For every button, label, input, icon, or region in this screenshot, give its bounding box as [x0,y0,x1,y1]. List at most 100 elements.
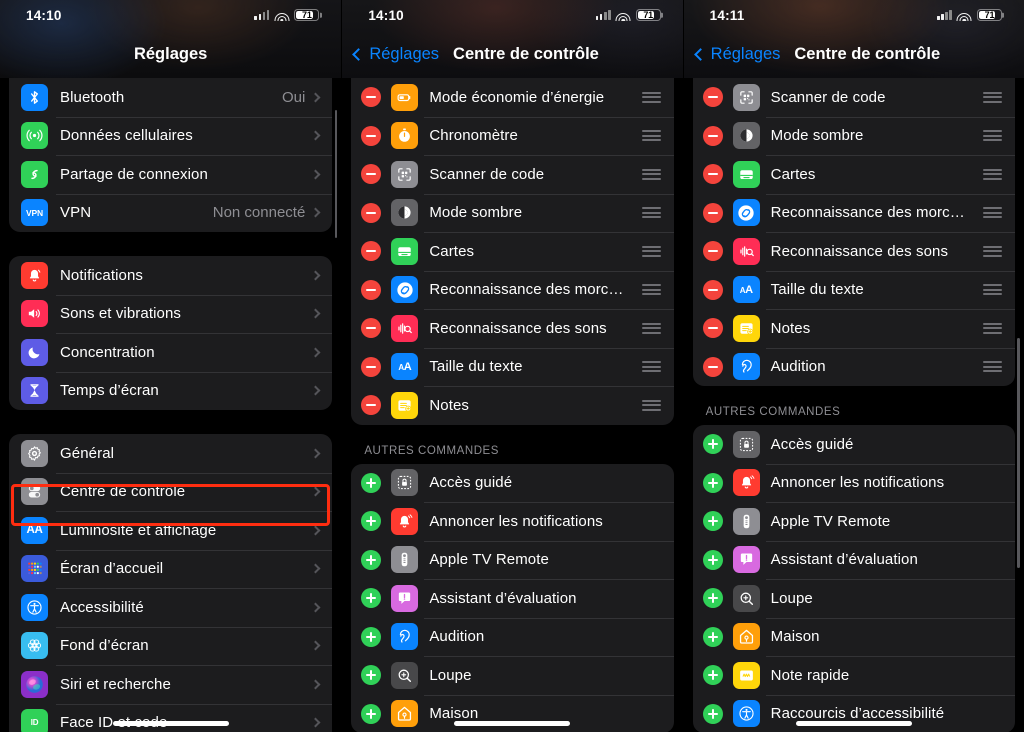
control-center-scroll-area[interactable]: Scanner de code Mode sombre Cartes Reconnai… [684,0,1024,732]
settings-row-notifications[interactable]: Notifications [9,256,332,295]
remove-control-button[interactable] [702,241,723,262]
control-row-loupe[interactable]: Loupe [351,656,674,695]
scroll-indicator[interactable] [334,110,338,238]
control-row-maison[interactable]: Maison [351,694,674,732]
reorder-handle-icon[interactable] [641,91,661,103]
control-center-scroll-area[interactable]: Mode économie d’énergie Chronomètre Scanne… [342,0,682,732]
reorder-handle-icon[interactable] [982,245,1002,257]
reorder-handle-icon[interactable] [982,361,1002,373]
settings-row-centre-de-contr-le[interactable]: Centre de contrôle [9,472,333,512]
settings-row-g-n-ral[interactable]: Général [9,434,332,473]
remove-control-button[interactable] [702,125,723,146]
reorder-handle-icon[interactable] [641,322,661,334]
add-control-button[interactable] [702,665,723,686]
remove-control-button[interactable] [361,87,382,108]
control-row-reconnaissance-des-morc[interactable]: Reconnaissance des morc… [351,270,674,310]
reorder-handle-icon[interactable] [641,284,661,296]
settings-row-fond-d-cran[interactable]: Fond d’écran [9,626,333,666]
back-button[interactable]: Réglages [352,45,439,64]
control-row-taille-du-texte[interactable]: AA Taille du texte [351,347,674,387]
remove-control-button[interactable] [361,241,382,262]
reorder-handle-icon[interactable] [641,130,661,142]
add-control-button[interactable] [361,511,382,532]
settings-row-partage-de-connexion[interactable]: Partage de connexion [9,155,333,194]
settings-row-face-id-et-code[interactable]: IDFace ID et code [9,703,333,732]
control-row-maison[interactable]: Maison [693,617,1015,657]
control-row-reconnaissance-des-sons[interactable]: Reconnaissance des sons [693,232,1015,271]
add-control-button[interactable] [702,434,723,455]
control-row-mode-sombre[interactable]: Mode sombre [693,116,1015,156]
control-row-taille-du-texte[interactable]: AA Taille du texte [693,270,1015,310]
control-row-reconnaissance-des-sons[interactable]: Reconnaissance des sons [351,309,674,348]
settings-row-vpn[interactable]: VPN VPN Non connecté [9,193,333,233]
add-control-button[interactable] [702,626,723,647]
remove-control-button[interactable] [361,164,382,185]
remove-control-button[interactable] [702,164,723,185]
add-control-button[interactable] [361,472,382,493]
add-control-button[interactable] [361,588,382,609]
control-row-annoncer-les-notifications[interactable]: Annoncer les notifications [351,502,674,541]
control-row-chronom-tre[interactable]: Chronomètre [351,116,674,156]
control-row-audition[interactable]: Audition [351,617,674,657]
reorder-handle-icon[interactable] [982,207,1002,219]
remove-control-button[interactable] [361,395,382,416]
remove-control-button[interactable] [361,125,382,146]
settings-row-cran-d-accueil[interactable]: Écran d’accueil [9,549,333,589]
control-row-assistant-d-valuation[interactable]: Assistant d’évaluation [351,579,674,618]
remove-control-button[interactable] [361,318,382,339]
reorder-handle-icon[interactable] [641,399,661,411]
settings-row-sons-et-vibrations[interactable]: Sons et vibrations [9,294,333,334]
control-row-loupe[interactable]: Loupe [693,579,1015,618]
settings-row-bluetooth[interactable]: Bluetooth Oui [9,78,332,117]
control-row-cartes[interactable]: Cartes [351,232,674,271]
add-control-button[interactable] [361,549,382,570]
settings-scroll-area[interactable]: Bluetooth Oui Données cellulaires Partage d… [0,0,341,732]
settings-row-temps-d-cran[interactable]: Temps d’écran [9,371,333,411]
settings-row-concentration[interactable]: Concentration [9,333,333,372]
control-row-annoncer-les-notifications[interactable]: Annoncer les notifications [693,463,1015,503]
remove-control-button[interactable] [702,87,723,108]
control-row-scanner-de-code[interactable]: Scanner de code [351,155,674,194]
control-row-reconnaissance-des-morc[interactable]: Reconnaissance des morc… [693,193,1015,233]
settings-row-donn-es-cellulaires[interactable]: Données cellulaires [9,116,333,156]
control-row-cartes[interactable]: Cartes [693,155,1015,194]
reorder-handle-icon[interactable] [982,130,1002,142]
reorder-handle-icon[interactable] [641,207,661,219]
reorder-handle-icon[interactable] [641,168,661,180]
settings-row-luminosit-et-affichage[interactable]: AA Luminosité et affichage [9,511,333,550]
reorder-handle-icon[interactable] [982,91,1002,103]
back-button[interactable]: Réglages [693,45,780,64]
remove-control-button[interactable] [702,279,723,300]
add-control-button[interactable] [702,588,723,609]
reorder-handle-icon[interactable] [641,245,661,257]
reorder-handle-icon[interactable] [982,284,1002,296]
control-row-mode-sombre[interactable]: Mode sombre [351,193,674,233]
control-row-raccourcis-d-accessibilit[interactable]: Raccourcis d’accessibilité [693,694,1015,732]
remove-control-button[interactable] [361,279,382,300]
remove-control-button[interactable] [702,202,723,223]
add-control-button[interactable] [702,472,723,493]
scroll-indicator[interactable] [1017,338,1020,568]
control-row-notes[interactable]: Notes [351,386,674,425]
reorder-handle-icon[interactable] [982,168,1002,180]
control-row-apple-tv-remote[interactable]: Apple TV Remote [351,540,674,580]
add-control-button[interactable] [702,511,723,532]
control-row-mode-conomie-d-nergie[interactable]: Mode économie d’énergie [351,78,673,117]
add-control-button[interactable] [361,626,382,647]
remove-control-button[interactable] [702,356,723,377]
add-control-button[interactable] [702,703,723,724]
control-row-apple-tv-remote[interactable]: Apple TV Remote [693,502,1015,541]
add-control-button[interactable] [361,665,382,686]
reorder-handle-icon[interactable] [982,322,1002,334]
control-row-note-rapide[interactable]: Note rapide [693,656,1015,695]
remove-control-button[interactable] [702,318,723,339]
control-row-acc-s-guid[interactable]: Accès guidé [351,464,673,503]
control-row-scanner-de-code[interactable]: Scanner de code [693,78,1015,117]
settings-row-siri-et-recherche[interactable]: Siri et recherche [9,665,333,704]
add-control-button[interactable] [702,549,723,570]
remove-control-button[interactable] [361,356,382,377]
control-row-assistant-d-valuation[interactable]: Assistant d’évaluation [693,540,1015,580]
control-row-audition[interactable]: Audition [693,347,1015,387]
remove-control-button[interactable] [361,202,382,223]
control-row-acc-s-guid[interactable]: Accès guidé [693,425,1015,464]
